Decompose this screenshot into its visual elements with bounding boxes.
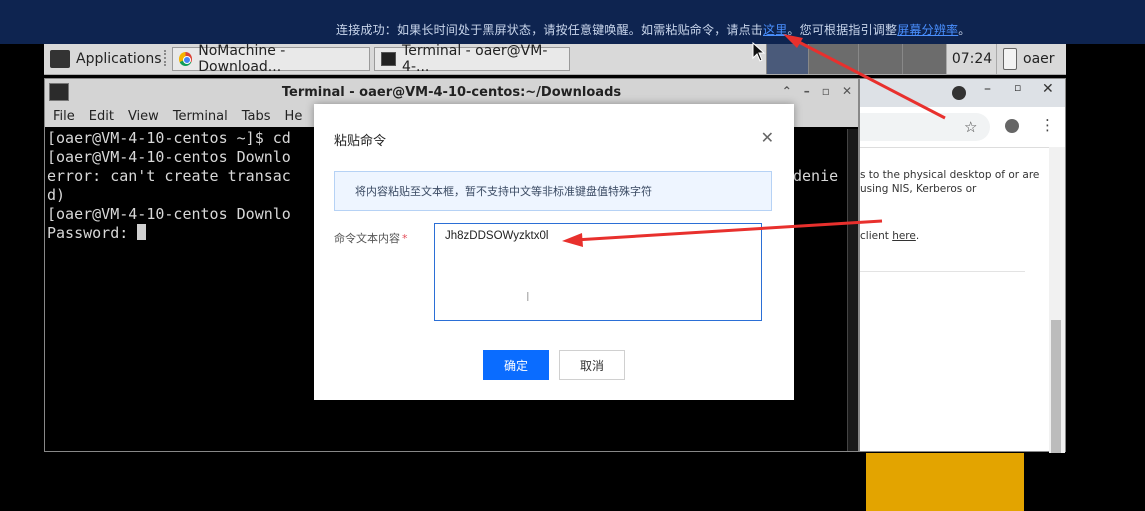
menu-file[interactable]: File bbox=[53, 109, 75, 124]
terminal-icon bbox=[381, 52, 397, 66]
chrome-scrollbar[interactable] bbox=[1049, 147, 1065, 453]
chrome-tab-search-icon[interactable] bbox=[952, 86, 966, 100]
chrome-window: – ▫ ✕ ☆ ⋮ s to the physical desktop of o… bbox=[859, 78, 1066, 511]
taskbar-separator bbox=[164, 50, 169, 66]
menu-terminal[interactable]: Terminal bbox=[173, 109, 228, 124]
taskbar-chrome-window[interactable]: NoMachine - Download... bbox=[172, 43, 370, 75]
menu-help[interactable]: He bbox=[285, 109, 303, 124]
paste-here-link[interactable]: 这里 bbox=[763, 23, 787, 37]
command-text-label-text: 命令文本内容 bbox=[334, 232, 400, 245]
terminal-maximize-icon[interactable]: ▫ bbox=[822, 84, 830, 98]
command-text-input[interactable]: Jh8zDDSOWyzktx0l bbox=[434, 223, 762, 321]
required-mark: * bbox=[402, 232, 408, 245]
confirm-button[interactable]: 确定 bbox=[483, 350, 549, 380]
chrome-icon bbox=[179, 52, 193, 66]
menu-view[interactable]: View bbox=[128, 109, 159, 124]
taskbar-terminal-window[interactable]: Terminal - oaer@VM-4-... bbox=[374, 43, 570, 75]
paste-command-dialog: 粘贴命令 ✕ 将内容粘贴至文本框，暂不支持中文等非标准键盘值特殊字符 命令文本内… bbox=[314, 104, 794, 400]
chrome-scrollbar-thumb[interactable] bbox=[1051, 320, 1061, 453]
workspace-2[interactable] bbox=[808, 44, 859, 74]
chrome-para2-suffix: . bbox=[915, 230, 920, 242]
clock: 07:24 bbox=[946, 44, 997, 74]
here-link[interactable]: here bbox=[892, 230, 916, 242]
profile-icon[interactable] bbox=[1005, 119, 1019, 133]
terminal-window-controls: ⌃ – ▫ ✕ bbox=[782, 84, 852, 98]
download-banner[interactable] bbox=[866, 453, 1024, 511]
terminal-shade-icon[interactable]: ⌃ bbox=[782, 84, 792, 98]
terminal-right-fragment: denie bbox=[793, 167, 839, 185]
cancel-button[interactable]: 取消 bbox=[559, 350, 625, 380]
applications-label: Applications bbox=[76, 51, 162, 67]
close-icon[interactable]: ✕ bbox=[1042, 81, 1054, 97]
workspace-4[interactable] bbox=[902, 44, 947, 74]
dialog-info-notice: 将内容粘贴至文本框，暂不支持中文等非标准键盘值特殊字符 bbox=[334, 171, 772, 211]
user-name: oaer bbox=[1023, 51, 1055, 67]
applications-menu[interactable]: Applications bbox=[50, 47, 162, 71]
banner-text-middle: 。您可根据指引调整 bbox=[787, 23, 898, 37]
banner-text-before: 连接成功：如果长时间处于黑屏状态，请按任意键唤醒。如需粘贴命令，请点击 bbox=[336, 23, 764, 37]
terminal-titlebar[interactable]: Terminal - oaer@VM-4-10-centos:~/Downloa… bbox=[45, 79, 858, 105]
bookmark-star-icon[interactable]: ☆ bbox=[964, 118, 977, 136]
taskbar: Applications NoMachine - Download... Ter… bbox=[44, 43, 1066, 75]
chrome-tabbar: – ▫ ✕ bbox=[860, 79, 1065, 107]
user-menu[interactable]: oaer bbox=[996, 44, 1066, 74]
terminal-window-icon bbox=[49, 83, 69, 101]
menu-edit[interactable]: Edit bbox=[89, 109, 114, 124]
dialog-title: 粘贴命令 bbox=[334, 134, 387, 149]
terminal-title: Terminal - oaer@VM-4-10-centos:~/Downloa… bbox=[281, 84, 622, 100]
dialog-close-icon[interactable]: ✕ bbox=[761, 128, 774, 147]
terminal-cursor bbox=[137, 224, 147, 240]
applications-icon bbox=[50, 50, 70, 68]
command-text-label: 命令文本内容 * bbox=[334, 230, 408, 246]
banner-text-after: 。 bbox=[958, 23, 971, 37]
lock-icon[interactable] bbox=[1003, 48, 1017, 70]
minimize-icon[interactable]: – bbox=[984, 81, 991, 97]
terminal-scrollbar[interactable] bbox=[847, 129, 858, 451]
workspace-3[interactable] bbox=[858, 44, 903, 74]
terminal-minimize-icon[interactable]: – bbox=[804, 84, 810, 98]
mouse-pointer-icon bbox=[752, 42, 766, 62]
maximize-icon[interactable]: ▫ bbox=[1014, 81, 1021, 94]
chrome-toolbar: ☆ ⋮ bbox=[860, 107, 1065, 148]
divider bbox=[860, 271, 1025, 272]
terminal-close-icon[interactable]: ✕ bbox=[842, 84, 852, 98]
chrome-para2-prefix: client bbox=[860, 230, 893, 242]
chrome-paragraph-2: client here. bbox=[860, 229, 1048, 243]
banner-text: 连接成功：如果长时间处于黑屏状态，请按任意键唤醒。如需粘贴命令，请点击这里。您可… bbox=[336, 21, 970, 38]
password-prompt: Password: bbox=[47, 224, 138, 242]
resolution-link[interactable]: 屏幕分辨率 bbox=[897, 23, 958, 37]
taskbar-terminal-label: Terminal - oaer@VM-4-... bbox=[402, 43, 548, 75]
chrome-paragraph: s to the physical desktop of or are usin… bbox=[860, 169, 1040, 195]
more-menu-icon[interactable]: ⋮ bbox=[1040, 116, 1055, 134]
taskbar-chrome-label: NoMachine - Download... bbox=[198, 43, 286, 75]
text-cursor-icon: I bbox=[526, 290, 530, 304]
menu-tabs[interactable]: Tabs bbox=[242, 109, 271, 124]
connection-banner: 连接成功：如果长时间处于黑屏状态，请按任意键唤醒。如需粘贴命令，请点击这里。您可… bbox=[0, 0, 1145, 44]
terminal-line-text: error: can't create transac bbox=[47, 167, 291, 185]
